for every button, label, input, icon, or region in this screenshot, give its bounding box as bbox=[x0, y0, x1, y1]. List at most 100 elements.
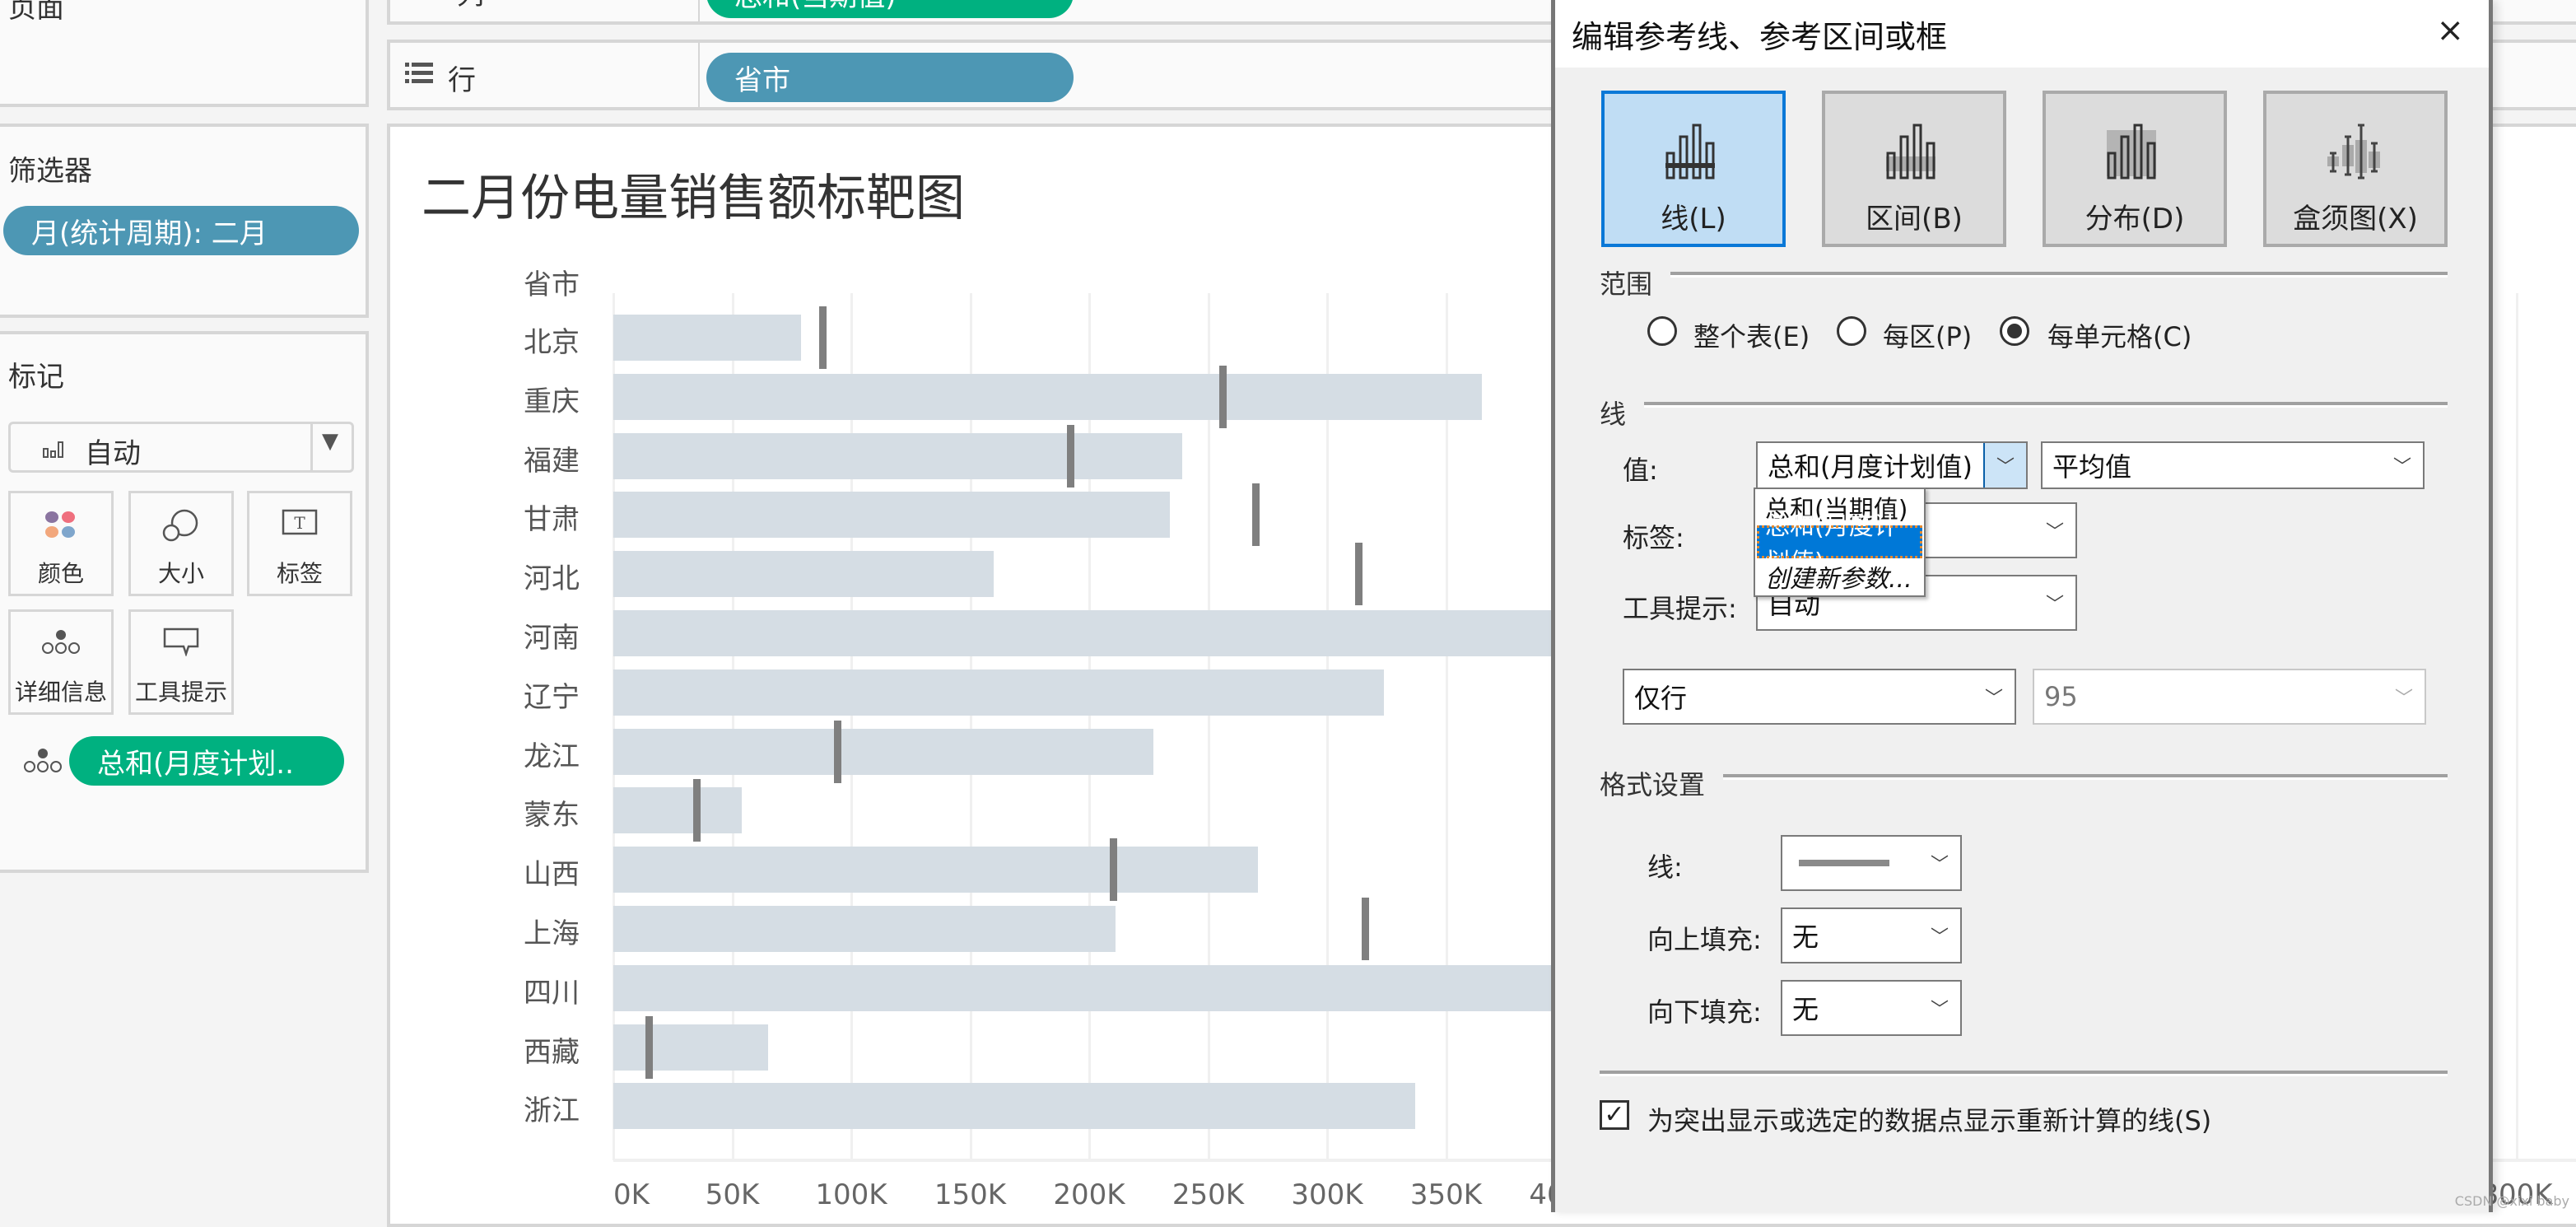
reference-line-icon bbox=[1665, 124, 1715, 180]
scope-entire-table-radio[interactable] bbox=[1647, 316, 1677, 346]
fill-above-select[interactable]: 无 ﹀ bbox=[1781, 907, 1962, 963]
reference-line-mark[interactable] bbox=[1218, 365, 1227, 428]
value-aggregation-select[interactable]: 平均值 ﹀ bbox=[2041, 441, 2425, 489]
actual-bar[interactable] bbox=[613, 609, 1613, 656]
mark-size-button[interactable]: 大小 bbox=[128, 491, 234, 596]
rows-shelf-label: 行 bbox=[448, 64, 476, 97]
reference-line-mark[interactable] bbox=[1362, 897, 1370, 960]
reference-line-mark[interactable] bbox=[1354, 543, 1363, 606]
reference-line-mark[interactable] bbox=[693, 779, 701, 842]
mark-label-label: 标签 bbox=[276, 560, 323, 587]
format-section-title: 格式设置 bbox=[1600, 769, 1706, 800]
scope-per-cell-radio[interactable] bbox=[2000, 316, 2029, 346]
row-label: 四川 bbox=[524, 976, 580, 1010]
row-label: 西藏 bbox=[524, 1035, 580, 1069]
fill-below-select[interactable]: 无 ﹀ bbox=[1781, 980, 1962, 1036]
actual-bar[interactable] bbox=[613, 964, 1613, 1011]
scope-per-cell-label: 每单元格(C) bbox=[2047, 321, 2192, 352]
chevron-down-icon: ﹀ bbox=[1996, 457, 2015, 478]
chevron-down-icon: ﹀ bbox=[1930, 1000, 1949, 1020]
type-distribution-button[interactable]: 分布(D) bbox=[2043, 91, 2227, 247]
scope-per-pane-radio[interactable] bbox=[1837, 316, 1866, 346]
dialog-header: 编辑参考线、参考区间或框 × bbox=[1555, 0, 2489, 68]
row-label: 河北 bbox=[524, 562, 580, 596]
actual-bar[interactable] bbox=[613, 669, 1385, 716]
range-select-value: 仅行 bbox=[1634, 683, 1688, 714]
gridline bbox=[1088, 293, 1091, 1161]
close-icon[interactable]: × bbox=[2436, 12, 2464, 49]
actual-bar[interactable] bbox=[613, 1083, 1415, 1130]
fill-above-value: 无 bbox=[1792, 921, 1819, 953]
dialog-title: 编辑参考线、参考区间或框 bbox=[1572, 19, 1948, 55]
type-band-label: 区间(B) bbox=[1866, 203, 1963, 236]
type-boxplot-button[interactable]: 盒须图(X) bbox=[2263, 91, 2448, 247]
actual-bar[interactable] bbox=[613, 551, 995, 598]
detail-icon bbox=[24, 749, 62, 772]
rows-pill[interactable]: 省市 bbox=[706, 53, 1074, 102]
distribution-icon bbox=[2107, 124, 2156, 180]
x-tick-label: 150K bbox=[934, 1178, 1007, 1212]
columns-pill[interactable]: 总和(当期值) bbox=[706, 0, 1074, 18]
chevron-down-icon: ﹀ bbox=[1930, 927, 1949, 948]
filters-panel: 筛选器 月(统计周期): 二月 bbox=[0, 124, 369, 318]
actual-bar[interactable] bbox=[613, 432, 1182, 479]
actual-bar[interactable] bbox=[613, 847, 1259, 893]
format-divider bbox=[1723, 774, 2448, 780]
mark-label-button[interactable]: T 标签 bbox=[247, 491, 352, 596]
tooltip-icon bbox=[131, 627, 231, 668]
row-label: 龙江 bbox=[524, 739, 580, 773]
caret-down-icon[interactable]: ▼ bbox=[322, 429, 338, 454]
filter-pill[interactable]: 月(统计周期): 二月 bbox=[3, 206, 359, 255]
reference-line-mark[interactable] bbox=[819, 306, 827, 369]
color-icon bbox=[11, 508, 111, 549]
line-divider bbox=[1644, 402, 2448, 408]
reference-line-mark[interactable] bbox=[833, 720, 841, 783]
reference-line-mark[interactable] bbox=[1109, 838, 1117, 902]
reference-line-mark[interactable] bbox=[1066, 424, 1074, 488]
mark-type-select[interactable]: 自动 ▼ bbox=[8, 422, 354, 473]
bar-chart-icon bbox=[43, 441, 63, 458]
actual-bar[interactable] bbox=[613, 1024, 768, 1071]
type-line-button[interactable]: 线(L) bbox=[1601, 91, 1786, 247]
gridline bbox=[850, 293, 853, 1161]
row-label: 甘肃 bbox=[524, 503, 580, 537]
fill-above-label: 向上填充: bbox=[1647, 924, 1762, 955]
x-tick-label: 200K bbox=[1053, 1178, 1125, 1212]
mark-detail-button[interactable]: 详细信息 bbox=[8, 609, 114, 715]
value-field-dropdown-button[interactable]: ﹀ bbox=[1983, 443, 2026, 488]
range-select[interactable]: 仅行 ﹀ bbox=[1623, 669, 2016, 725]
row-label: 辽宁 bbox=[524, 680, 580, 714]
value-field-select[interactable]: 总和(月度计划值) ﹀ bbox=[1756, 441, 2028, 489]
recalc-checkbox[interactable]: ✓ bbox=[1600, 1100, 1629, 1130]
gridline bbox=[1326, 293, 1329, 1161]
detail-pill[interactable]: 总和(月度计划.. bbox=[69, 736, 344, 786]
type-band-button[interactable]: 区间(B) bbox=[1822, 91, 2006, 247]
reference-band-icon bbox=[1886, 124, 1935, 180]
mark-color-label: 颜色 bbox=[37, 560, 84, 587]
tooltip-label: 工具提示: bbox=[1623, 593, 1737, 624]
fill-below-label: 向下填充: bbox=[1647, 996, 1762, 1028]
gridline bbox=[1445, 293, 1448, 1161]
line-format-select[interactable]: ﹀ bbox=[1781, 835, 1962, 891]
chart-title: 二月份电量销售额标靶图 bbox=[422, 170, 965, 227]
actual-bar[interactable] bbox=[613, 373, 1482, 420]
mark-tooltip-button[interactable]: 工具提示 bbox=[128, 609, 234, 715]
dropdown-option-selected[interactable]: 总和(月度计划值) bbox=[1757, 512, 1922, 577]
row-label: 山西 bbox=[524, 858, 580, 892]
type-boxplot-label: 盒须图(X) bbox=[2293, 203, 2418, 236]
row-label: 福建 bbox=[524, 444, 580, 478]
actual-bar[interactable] bbox=[613, 787, 743, 834]
x-tick-label: 100K bbox=[815, 1178, 887, 1212]
reference-line-mark[interactable] bbox=[645, 1015, 654, 1079]
label-icon: T bbox=[249, 508, 350, 549]
x-tick-label: 350K bbox=[1409, 1178, 1483, 1212]
dropdown-option-create-parameter[interactable]: 创建新参数... bbox=[1757, 560, 1922, 594]
chevron-down-icon: ﹀ bbox=[2045, 595, 2064, 615]
actual-bar[interactable] bbox=[613, 905, 1116, 952]
actual-bar[interactable] bbox=[613, 314, 802, 361]
actual-bar[interactable] bbox=[613, 492, 1171, 539]
actual-bar[interactable] bbox=[613, 728, 1154, 775]
mark-tooltip-label: 工具提示 bbox=[134, 679, 227, 706]
mark-color-button[interactable]: 颜色 bbox=[8, 491, 114, 596]
reference-line-mark[interactable] bbox=[1252, 483, 1260, 547]
